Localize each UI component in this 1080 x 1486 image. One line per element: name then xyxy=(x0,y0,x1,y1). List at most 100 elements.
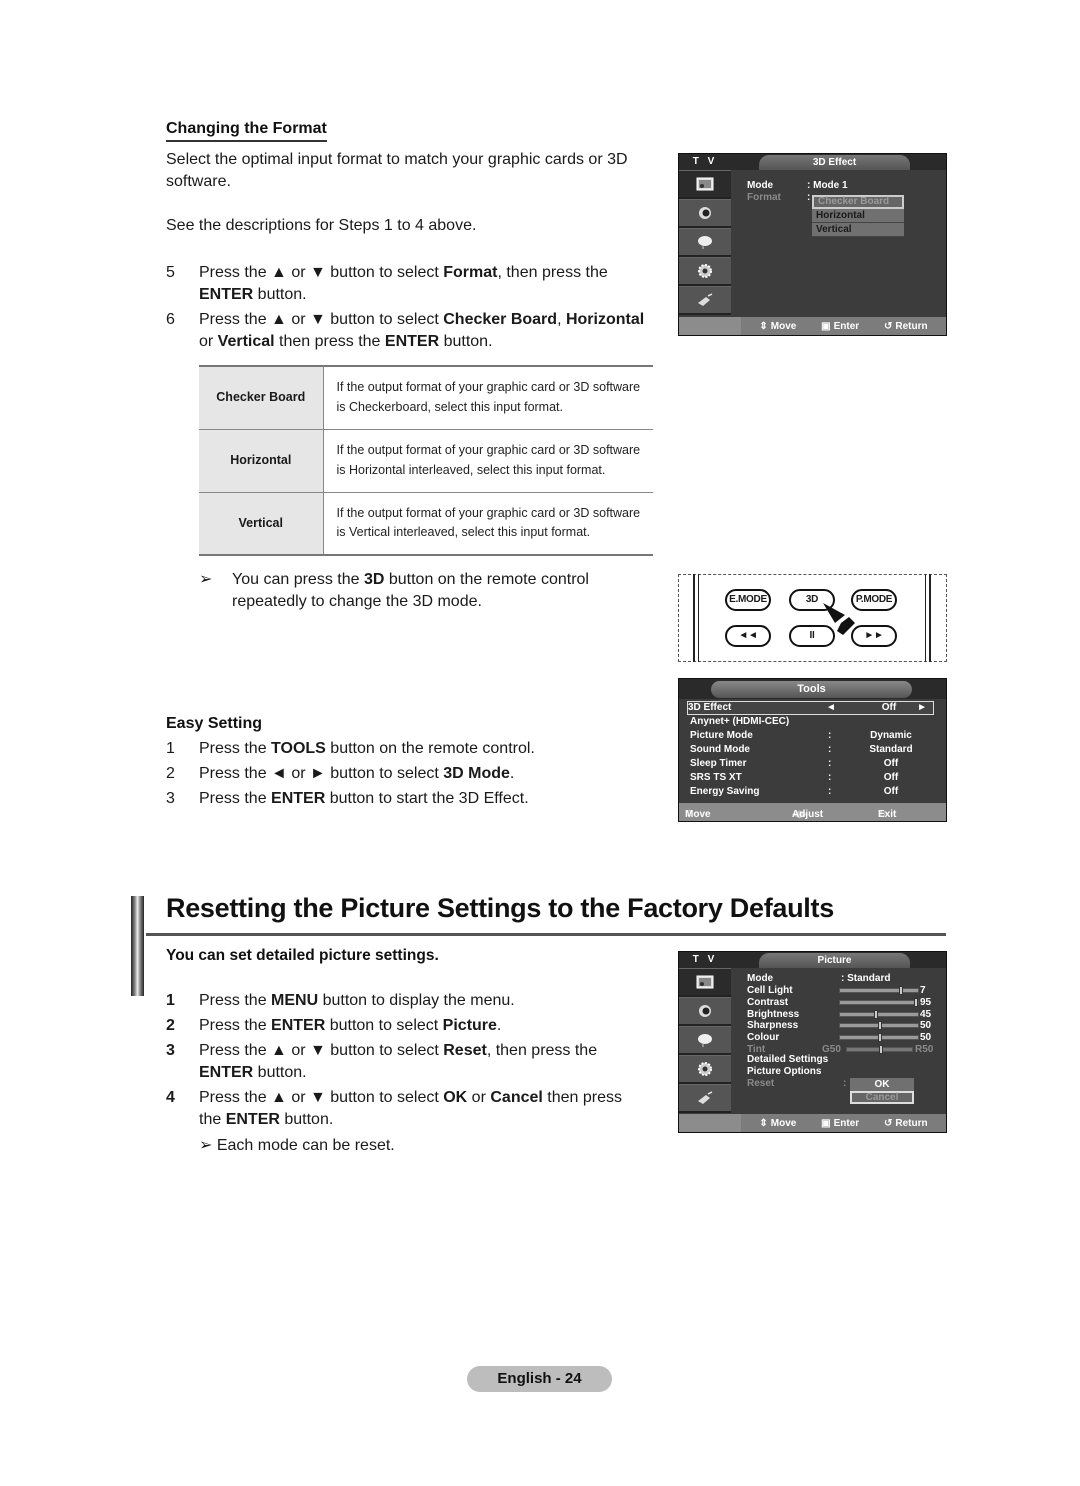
step-text: Press the ▲ or ▼ button to select Reset,… xyxy=(199,1040,597,1084)
sidebar-item-setup[interactable] xyxy=(679,257,731,286)
footer-adjust-label: Adjust xyxy=(792,809,824,820)
step-bold: ENTER xyxy=(271,1017,326,1034)
footer-move: ⇕ Move xyxy=(759,1118,796,1129)
slider-value: 50 xyxy=(920,1020,932,1032)
sidebar-item-picture[interactable] xyxy=(679,170,731,199)
format-option-horizontal[interactable]: Horizontal xyxy=(812,209,904,223)
tools-row-3d-effect[interactable]: 3D Effect ◄ Off ► xyxy=(687,701,934,715)
slider-knob[interactable] xyxy=(878,1045,883,1054)
step-bold: Cancel xyxy=(490,1089,543,1106)
menu-item-picture-options[interactable]: Picture Options xyxy=(747,1066,821,1078)
row-value: Off xyxy=(881,702,897,713)
note-text: repeatedly to change the 3D mode. xyxy=(232,593,482,610)
footer-enter-label: Enter xyxy=(833,320,860,332)
row-label: Picture Mode xyxy=(690,730,753,741)
format-see-steps: See the descriptions for Steps 1 to 4 ab… xyxy=(166,217,477,234)
slider-track[interactable] xyxy=(839,1021,919,1031)
slider-track[interactable] xyxy=(839,1009,919,1019)
slider-knob[interactable] xyxy=(878,1021,882,1031)
row-sep: : xyxy=(828,758,832,769)
table-key: Checker Board xyxy=(199,366,324,429)
mode-value: : Standard xyxy=(841,973,891,984)
format-option-vertical[interactable]: Vertical xyxy=(812,223,904,237)
slider-label: Colour xyxy=(747,1032,780,1044)
step-number: 2 xyxy=(166,765,175,782)
reset-step-3: 3 Press the ▲ or ▼ button to select Rese… xyxy=(166,1040,646,1084)
sidebar-item-channel[interactable] xyxy=(679,1026,731,1055)
sidebar-item-input[interactable] xyxy=(679,286,731,315)
step-number: 3 xyxy=(166,790,175,807)
slider-knob[interactable] xyxy=(878,1033,882,1043)
step-text: Press the ▲ or ▼ button to select Format… xyxy=(199,262,608,306)
rewind-button[interactable]: ◄◄ xyxy=(725,625,771,647)
table-desc: If the output format of your graphic car… xyxy=(336,380,641,414)
sidebar-item-input[interactable] xyxy=(679,1084,731,1113)
slider-track[interactable] xyxy=(839,986,919,995)
row-label: SRS TS XT xyxy=(690,772,742,783)
sidebar-item-setup[interactable] xyxy=(679,1055,731,1084)
step-bold: Picture xyxy=(442,1017,497,1034)
step-text-part: . xyxy=(509,765,515,782)
tools-row-srs[interactable]: SRS TS XT : Off xyxy=(690,771,934,785)
note-text: button on the remote control xyxy=(384,571,589,588)
menu-item-reset[interactable]: Reset xyxy=(747,1078,774,1090)
sidebar-item-sound[interactable] xyxy=(679,199,731,228)
slider-label: Cell Light xyxy=(747,985,793,996)
emode-button[interactable]: E.MODE xyxy=(725,589,771,611)
step-bold: MENU xyxy=(271,992,319,1009)
mode-label: Mode xyxy=(747,180,774,191)
sidebar-item-channel[interactable] xyxy=(679,228,731,257)
osd-footer: ⇕ Move ◀▶ Adjust ↻ Exit xyxy=(679,803,946,821)
slider-value: 7 xyxy=(920,985,926,996)
slider-track[interactable] xyxy=(839,997,919,1007)
row-value: Off xyxy=(883,786,899,797)
osd-titlebar: Tools xyxy=(679,679,946,699)
osd-title: 3D Effect xyxy=(759,155,910,170)
satellite-dish-icon xyxy=(698,1034,712,1047)
reset-step-2: 2 Press the ENTER button to select Pictu… xyxy=(166,1015,646,1037)
menu-item-detailed-settings[interactable]: Detailed Settings xyxy=(747,1054,828,1066)
mode-value: : Mode 1 xyxy=(807,180,848,191)
osd-sidebar xyxy=(679,968,731,1118)
sidebar-item-picture[interactable] xyxy=(679,968,731,997)
slider-value: 50 xyxy=(920,1032,932,1044)
right-arrow-icon[interactable]: ► xyxy=(917,702,927,714)
row-label: Anynet+ (HDMI-CEC) xyxy=(690,716,790,727)
tools-row-picture-mode[interactable]: Picture Mode : Dynamic xyxy=(690,729,934,743)
tools-row-sleep-timer[interactable]: Sleep Timer : Off xyxy=(690,757,934,771)
slider-knob[interactable] xyxy=(914,997,919,1007)
step-text: Press the TOOLS button on the remote con… xyxy=(199,738,535,760)
row-label: Sound Mode xyxy=(690,744,750,755)
sidebar-item-sound[interactable] xyxy=(679,997,731,1026)
easy-step-1: 1 Press the TOOLS button on the remote c… xyxy=(166,738,646,760)
tools-row-energy-saving[interactable]: Energy Saving : Off xyxy=(690,785,934,799)
tools-row-anynet[interactable]: Anynet+ (HDMI-CEC) xyxy=(690,715,934,729)
enter-icon: ▣ xyxy=(821,1117,831,1129)
table-desc: If the output format of your graphic car… xyxy=(323,428,653,492)
left-arrow-icon[interactable]: ◄ xyxy=(826,702,836,714)
step-text-part: Press the ▲ or ▼ button to select xyxy=(199,311,444,328)
reset-step-4: 4 Press the ▲ or ▼ button to select OK o… xyxy=(166,1087,646,1131)
remote-illustration: E.MODE 3D P.MODE ◄◄ II ►► xyxy=(678,574,947,662)
slider-knob[interactable] xyxy=(874,1009,879,1019)
slider-track[interactable] xyxy=(846,1045,913,1054)
step-text-part: button. xyxy=(439,333,493,350)
slider-knob[interactable] xyxy=(899,986,904,995)
note-text: You can press the xyxy=(232,571,364,588)
format-step-5: 5 Press the ▲ or ▼ button to select Form… xyxy=(166,262,666,306)
picture-icon xyxy=(696,177,714,191)
osd-footer-hints: ⇕ Move ▣ Enter ↺ Return xyxy=(741,1114,946,1132)
tools-row-sound-mode[interactable]: Sound Mode : Standard xyxy=(690,743,934,757)
table-row: Horizontal If the output format of your … xyxy=(199,428,653,492)
osd-picture: T V Picture Mode : Standard Cell Light 7 C… xyxy=(678,951,947,1133)
format-option-checker-board[interactable]: Checker Board xyxy=(812,195,904,209)
slider-label: Contrast xyxy=(747,996,789,1008)
easy-setting-heading: Easy Setting xyxy=(166,715,263,732)
return-icon: ↺ xyxy=(883,1117,893,1129)
step-text-part: Press the xyxy=(199,992,272,1009)
slider-track[interactable] xyxy=(839,1033,919,1043)
reset-option-ok[interactable]: OK xyxy=(850,1078,914,1091)
reset-option-cancel[interactable]: Cancel xyxy=(850,1091,914,1104)
footer-move-label: Move xyxy=(770,1117,797,1129)
format-note: ➢ You can press the 3D button on the rem… xyxy=(199,569,659,613)
